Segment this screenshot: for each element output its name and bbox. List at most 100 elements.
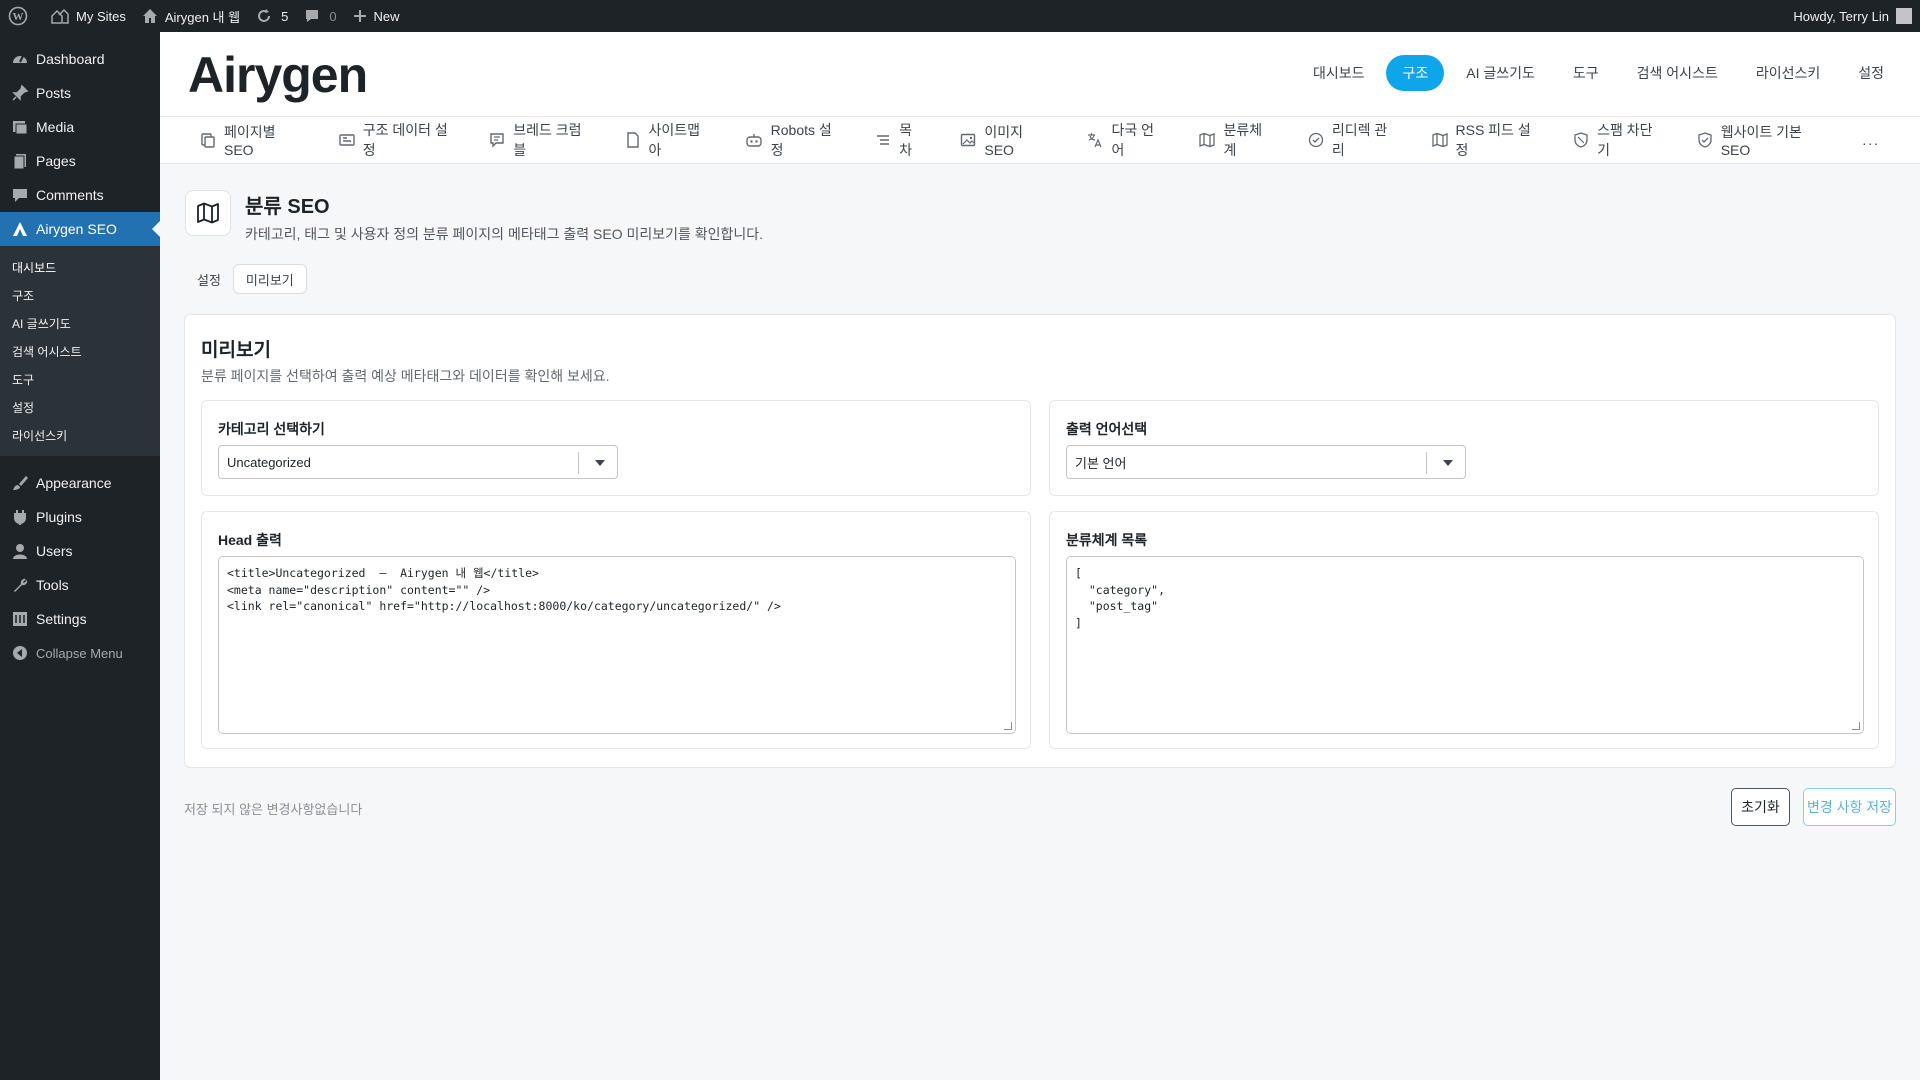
tab-breadcrumb[interactable]: 브레드 크럼블 <box>489 120 584 160</box>
taxonomy-select-label: 카테고리 선택하기 <box>218 421 325 437</box>
airygen-submenu: 대시보드 구조 AI 글쓰기도 검색 어시스트 도구 설정 라이선스키 <box>0 246 160 456</box>
card-icon <box>339 132 355 148</box>
robot-icon <box>745 132 763 148</box>
taxonomy-select-value: Uncategorized <box>227 454 311 470</box>
map-icon <box>1199 132 1216 148</box>
site-name-link[interactable]: Airygen 내 웹 <box>134 0 248 32</box>
collapse-arrow-icon <box>10 643 30 663</box>
file-icon <box>625 132 641 148</box>
sidebar-item-label: Dashboard <box>36 51 105 67</box>
subtab-preview[interactable]: 미리보기 <box>232 264 307 294</box>
sidebar-item-tools[interactable]: Tools <box>0 568 160 602</box>
tab-more[interactable]: ... <box>1862 132 1880 148</box>
reset-button[interactable]: 초기화 <box>1731 788 1790 826</box>
panel-title: 미리보기 <box>201 340 271 361</box>
submenu-item[interactable]: 설정 <box>0 393 160 421</box>
dashboard-icon <box>10 49 30 69</box>
chevron-down-icon <box>1443 460 1453 471</box>
svg-text:W: W <box>13 11 24 23</box>
sidebar-item-label: Appearance <box>36 475 112 491</box>
sidebar-item-comments[interactable]: Comments <box>0 178 160 212</box>
collapse-menu-button[interactable]: Collapse Menu <box>0 636 160 670</box>
panel-description: 분류 페이지를 선택하여 출력 예상 메타태그와 데이터를 확인해 보세요. <box>201 368 610 384</box>
list-icon <box>875 132 891 148</box>
topnav-item-tools[interactable]: 도구 <box>1557 55 1615 91</box>
sidebar-item-media[interactable]: Media <box>0 110 160 144</box>
tab-label: 페이지별 SEO <box>224 124 276 158</box>
media-icon <box>10 117 30 137</box>
subtab-settings[interactable]: 설정 <box>185 264 233 294</box>
select-separator <box>1426 452 1427 474</box>
sidebar-item-settings[interactable]: Settings <box>0 602 160 636</box>
tab-label: 이미지 SEO <box>984 124 1024 158</box>
submenu-item[interactable]: AI 글쓰기도 <box>0 309 160 337</box>
tab-redirect[interactable]: 리디렉 관리 <box>1308 120 1392 160</box>
tab-structured-data[interactable]: 구조 데이터 설정 <box>339 120 450 160</box>
my-sites-link[interactable]: My Sites <box>43 0 134 32</box>
tab-page-seo[interactable]: 페이지별 SEO <box>200 122 299 158</box>
submenu-item[interactable]: 대시보드 <box>0 253 160 281</box>
sidebar-item-airygen-seo[interactable]: Airygen SEO <box>0 212 160 246</box>
page-description: 카테고리, 태그 및 사용자 정의 분류 페이지의 메타태그 출력 SEO 미리… <box>245 226 764 242</box>
sidebar-item-appearance[interactable]: Appearance <box>0 466 160 500</box>
submenu-item[interactable]: 라이선스키 <box>0 421 160 449</box>
wordpress-logo-icon[interactable]: W <box>0 0 43 32</box>
airygen-logo-icon <box>10 219 30 239</box>
sidebar-item-pages[interactable]: Pages <box>0 144 160 178</box>
plus-icon <box>353 10 366 22</box>
tab-taxonomy[interactable]: 분류체계 <box>1199 120 1267 160</box>
tab-multilingual[interactable]: 다국 언어 <box>1087 120 1159 160</box>
topnav-item-search-assist[interactable]: 검색 어시스트 <box>1621 55 1734 91</box>
submenu-item[interactable]: 구조 <box>0 281 160 309</box>
check-circle-icon <box>1308 132 1324 148</box>
new-content-link[interactable]: New <box>345 0 408 32</box>
language-select[interactable]: 기본 언어 <box>1066 445 1466 479</box>
language-select-label: 출력 언어선택 <box>1066 421 1148 437</box>
taxonomy-select[interactable]: Uncategorized <box>218 445 618 479</box>
head-output-textarea[interactable]: <title>Uncategorized – Airygen 내 웹</titl… <box>218 556 1016 734</box>
tab-spam[interactable]: 스팸 차단기 <box>1573 120 1657 160</box>
tab-sitemap[interactable]: 사이트맵아 <box>625 120 705 160</box>
resize-handle-icon[interactable] <box>1852 722 1860 730</box>
resize-handle-icon[interactable] <box>1004 722 1012 730</box>
tab-rss[interactable]: RSS 피드 설정 <box>1431 120 1534 160</box>
page-title: 분류 SEO <box>245 196 330 218</box>
tab-label: 목차 <box>899 122 913 158</box>
updates-count: 5 <box>281 8 289 24</box>
tab-site-basic-seo[interactable]: 웹사이트 기본 SEO <box>1697 122 1823 158</box>
topnav-item-settings[interactable]: 설정 <box>1842 55 1900 91</box>
comment-icon <box>10 185 30 205</box>
topnav-item-ai-writing[interactable]: AI 글쓰기도 <box>1450 55 1551 91</box>
save-changes-button[interactable]: 변경 사항 저장 <box>1803 788 1896 826</box>
topnav-item-license[interactable]: 라이선스키 <box>1740 55 1836 91</box>
new-label: New <box>373 8 400 24</box>
tab-image-seo[interactable]: 이미지 SEO <box>960 122 1047 158</box>
pages-icon <box>10 151 30 171</box>
tab-label: RSS 피드 설정 <box>1455 122 1531 158</box>
shield-check-icon <box>1697 132 1713 148</box>
topnav-item-structure[interactable]: 구조 <box>1386 55 1445 91</box>
sidebar-item-dashboard[interactable]: Dashboard <box>0 42 160 76</box>
image-icon <box>960 132 976 148</box>
sidebar-item-users[interactable]: Users <box>0 534 160 568</box>
taxonomy-list-textarea[interactable]: [ "category", "post_tag" ] <box>1066 556 1864 734</box>
tab-toc[interactable]: 목차 <box>875 120 920 160</box>
updates-link[interactable]: 5 <box>248 0 296 32</box>
tab-label: 브레드 크럼블 <box>513 122 582 158</box>
sidebar-item-plugins[interactable]: Plugins <box>0 500 160 534</box>
comments-link[interactable]: 0 <box>296 0 344 32</box>
tab-robots[interactable]: Robots 설정 <box>745 120 836 160</box>
page-copy-icon <box>200 132 216 148</box>
taxonomy-list-card: 분류체계 목록 [ "category", "post_tag" ] <box>1049 511 1879 749</box>
submenu-item[interactable]: 도구 <box>0 365 160 393</box>
collapse-menu-label: Collapse Menu <box>36 645 123 661</box>
submenu-item[interactable]: 검색 어시스트 <box>0 337 160 365</box>
topnav-item-dashboard[interactable]: 대시보드 <box>1297 55 1381 91</box>
howdy-label: Howdy, Terry Lin <box>1793 8 1889 24</box>
account-menu[interactable]: Howdy, Terry Lin <box>1785 0 1920 32</box>
sidebar-item-posts[interactable]: Posts <box>0 76 160 110</box>
airygen-logo[interactable]: Airygen <box>188 46 368 104</box>
tab-label: 웹사이트 기본 SEO <box>1720 124 1802 158</box>
unsaved-changes-note: 저장 되지 않은 변경사항없습니다 <box>184 802 363 817</box>
settings-icon <box>10 609 30 629</box>
